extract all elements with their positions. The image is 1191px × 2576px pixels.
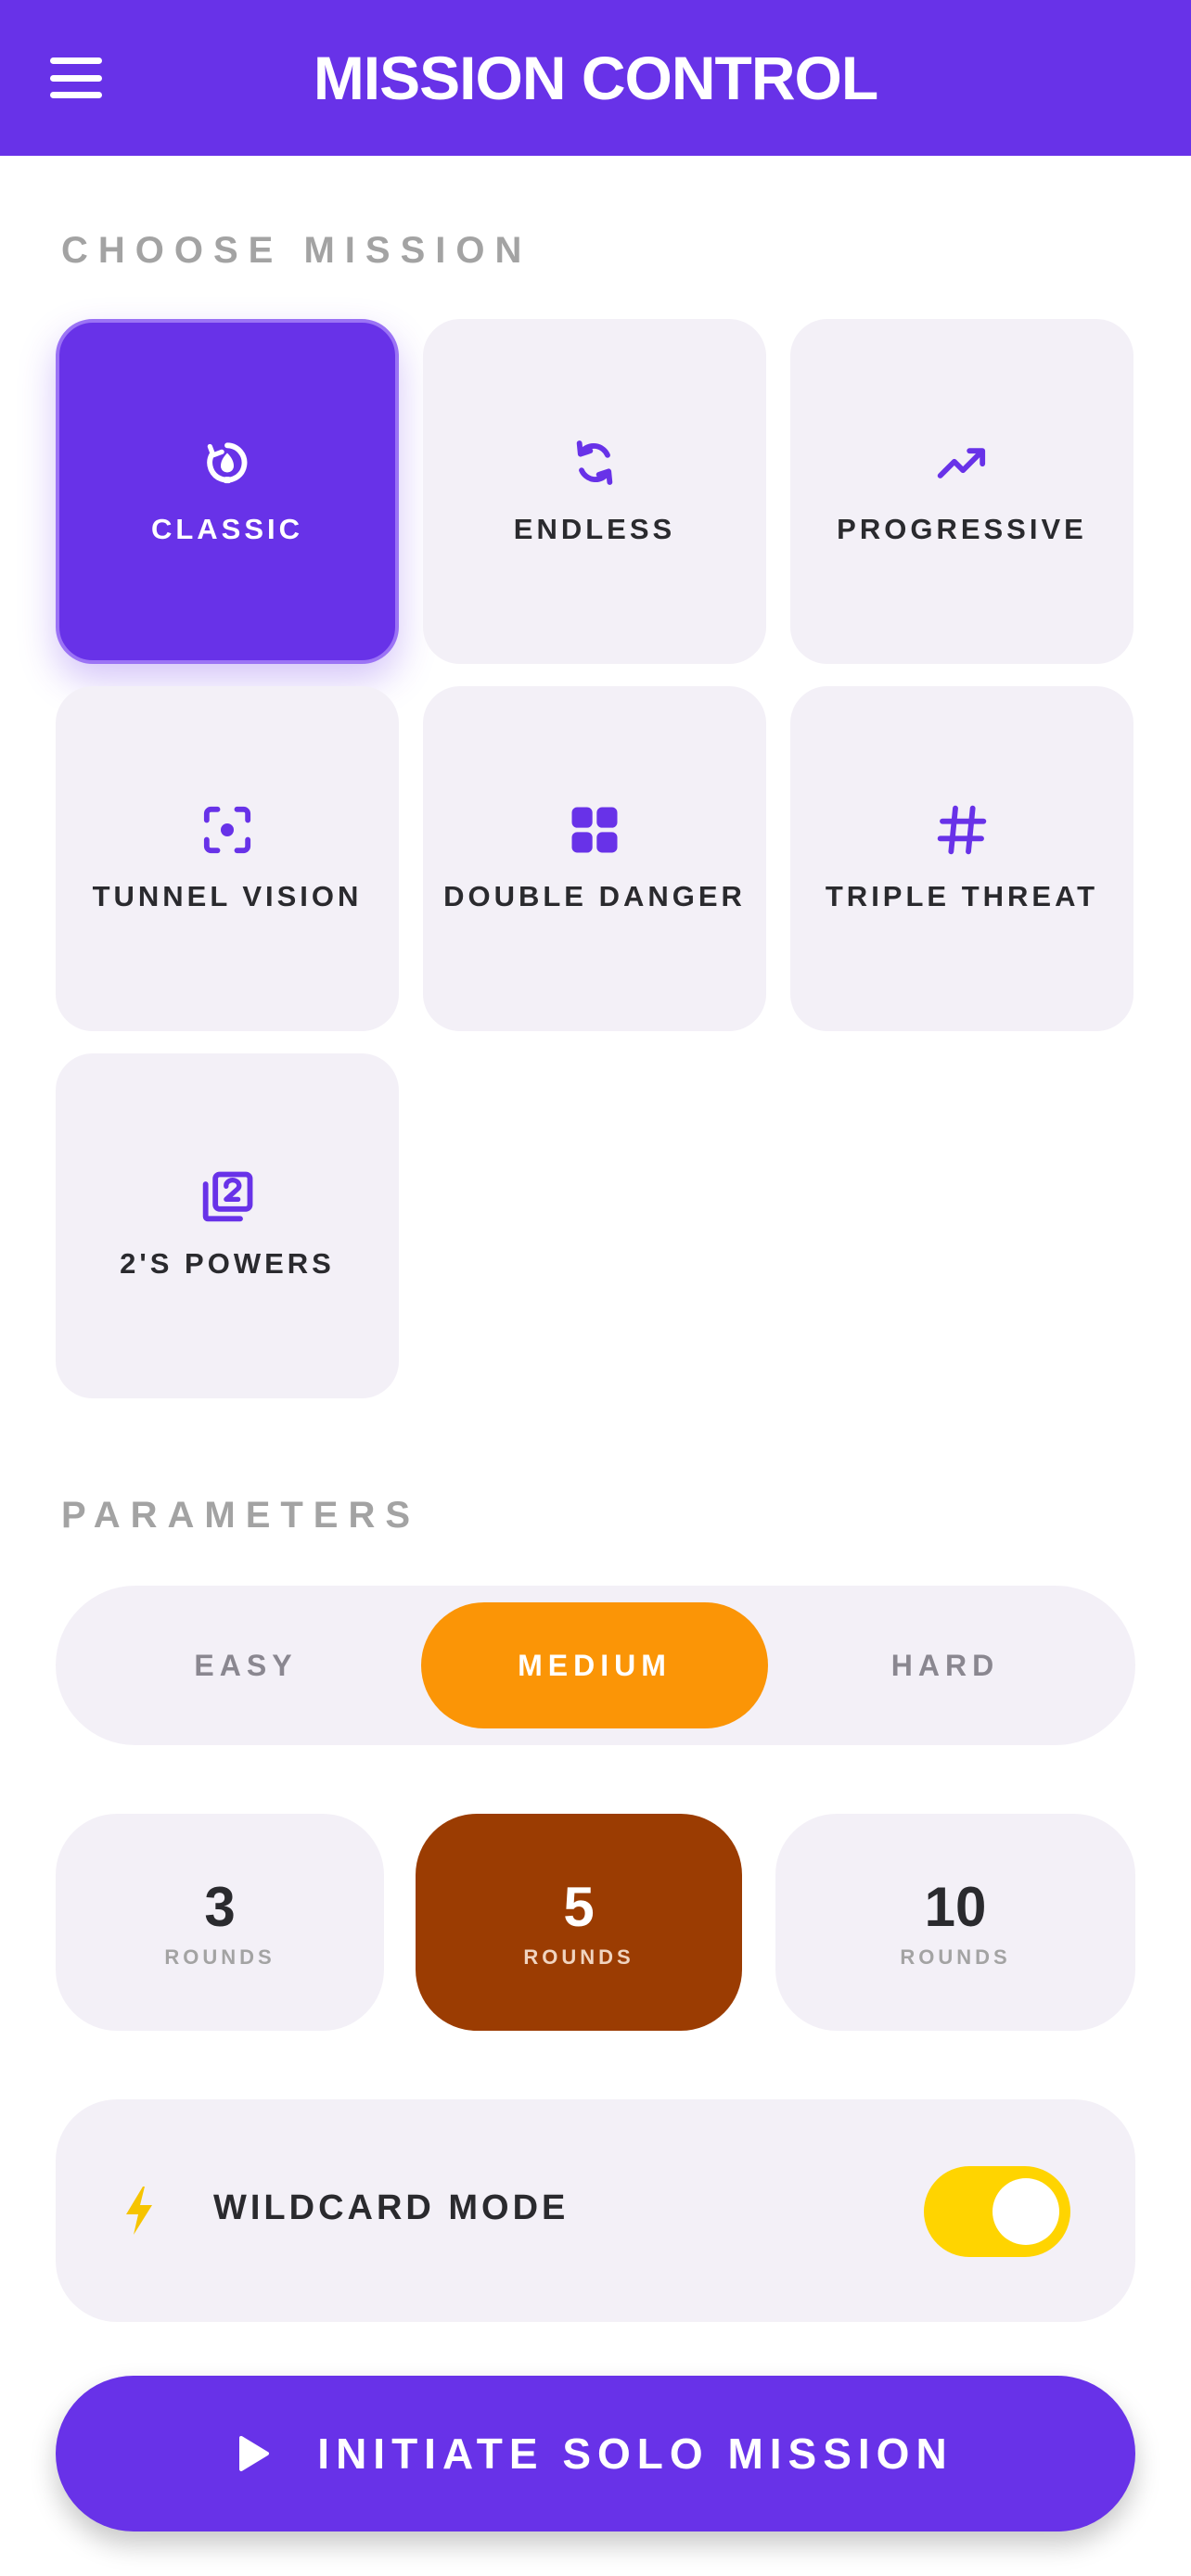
rounds-option-10[interactable]: 10 ROUNDS: [775, 1814, 1135, 2031]
section-label-mission: CHOOSE MISSION: [61, 230, 532, 271]
play-icon: [239, 2436, 270, 2471]
section-label-parameters: PARAMETERS: [61, 1495, 421, 1536]
mission-tile-progressive[interactable]: PROGRESSIVE: [790, 319, 1133, 664]
rounds-value: 3: [204, 1876, 236, 1938]
mission-tile-endless[interactable]: ENDLESS: [423, 319, 766, 664]
page-title: MISSION CONTROL: [313, 44, 878, 112]
hashtag-icon: [936, 804, 988, 856]
refresh-icon: [569, 437, 621, 489]
mission-label: TRIPLE THREAT: [825, 880, 1099, 912]
rounds-option-3[interactable]: 3 ROUNDS: [56, 1814, 384, 2031]
bolt-icon: [126, 2187, 152, 2235]
rounds-option-5[interactable]: 5 ROUNDS: [416, 1814, 742, 2031]
wildcard-mode-toggle[interactable]: [924, 2166, 1070, 2257]
wildcard-mode-row: WILDCARD MODE: [56, 2099, 1135, 2322]
rounds-unit: ROUNDS: [164, 1945, 275, 1969]
mission-label: DOUBLE DANGER: [443, 880, 746, 912]
rounds-value: 10: [924, 1876, 987, 1938]
mission-label: 2'S POWERS: [120, 1247, 335, 1280]
trending-up-icon: [936, 437, 988, 489]
mission-label: ENDLESS: [513, 513, 676, 545]
rounds-value: 5: [563, 1876, 595, 1938]
mission-tile-double-danger[interactable]: DOUBLE DANGER: [423, 686, 766, 1031]
rounds-unit: ROUNDS: [900, 1945, 1011, 1969]
difficulty-option-hard[interactable]: HARD: [772, 1602, 1119, 1728]
mission-label: TUNNEL VISION: [92, 880, 363, 912]
filter-2-icon: [201, 1171, 253, 1223]
mission-label: CLASSIC: [150, 513, 304, 545]
mission-tile-2s-powers[interactable]: 2'S POWERS: [56, 1053, 399, 1398]
grid-icon: [569, 804, 621, 856]
difficulty-option-easy[interactable]: EASY: [72, 1602, 419, 1728]
mission-tile-triple-threat[interactable]: TRIPLE THREAT: [790, 686, 1133, 1031]
mission-label: PROGRESSIVE: [837, 513, 1087, 545]
cta-label: INITIATE SOLO MISSION: [317, 2429, 954, 2478]
focus-icon: [201, 804, 253, 856]
mission-tile-tunnel-vision[interactable]: TUNNEL VISION: [56, 686, 399, 1031]
classic-icon: [201, 437, 253, 489]
initiate-solo-mission-button[interactable]: INITIATE SOLO MISSION: [56, 2376, 1135, 2531]
difficulty-option-medium[interactable]: MEDIUM: [421, 1602, 768, 1728]
toggle-knob: [992, 2178, 1059, 2245]
wildcard-mode-label: WILDCARD MODE: [213, 2188, 570, 2227]
difficulty-selector: EASY MEDIUM HARD: [56, 1586, 1135, 1745]
app-header: MISSION CONTROL: [0, 0, 1191, 156]
mission-tile-classic[interactable]: CLASSIC: [56, 319, 399, 664]
rounds-unit: ROUNDS: [523, 1945, 634, 1969]
